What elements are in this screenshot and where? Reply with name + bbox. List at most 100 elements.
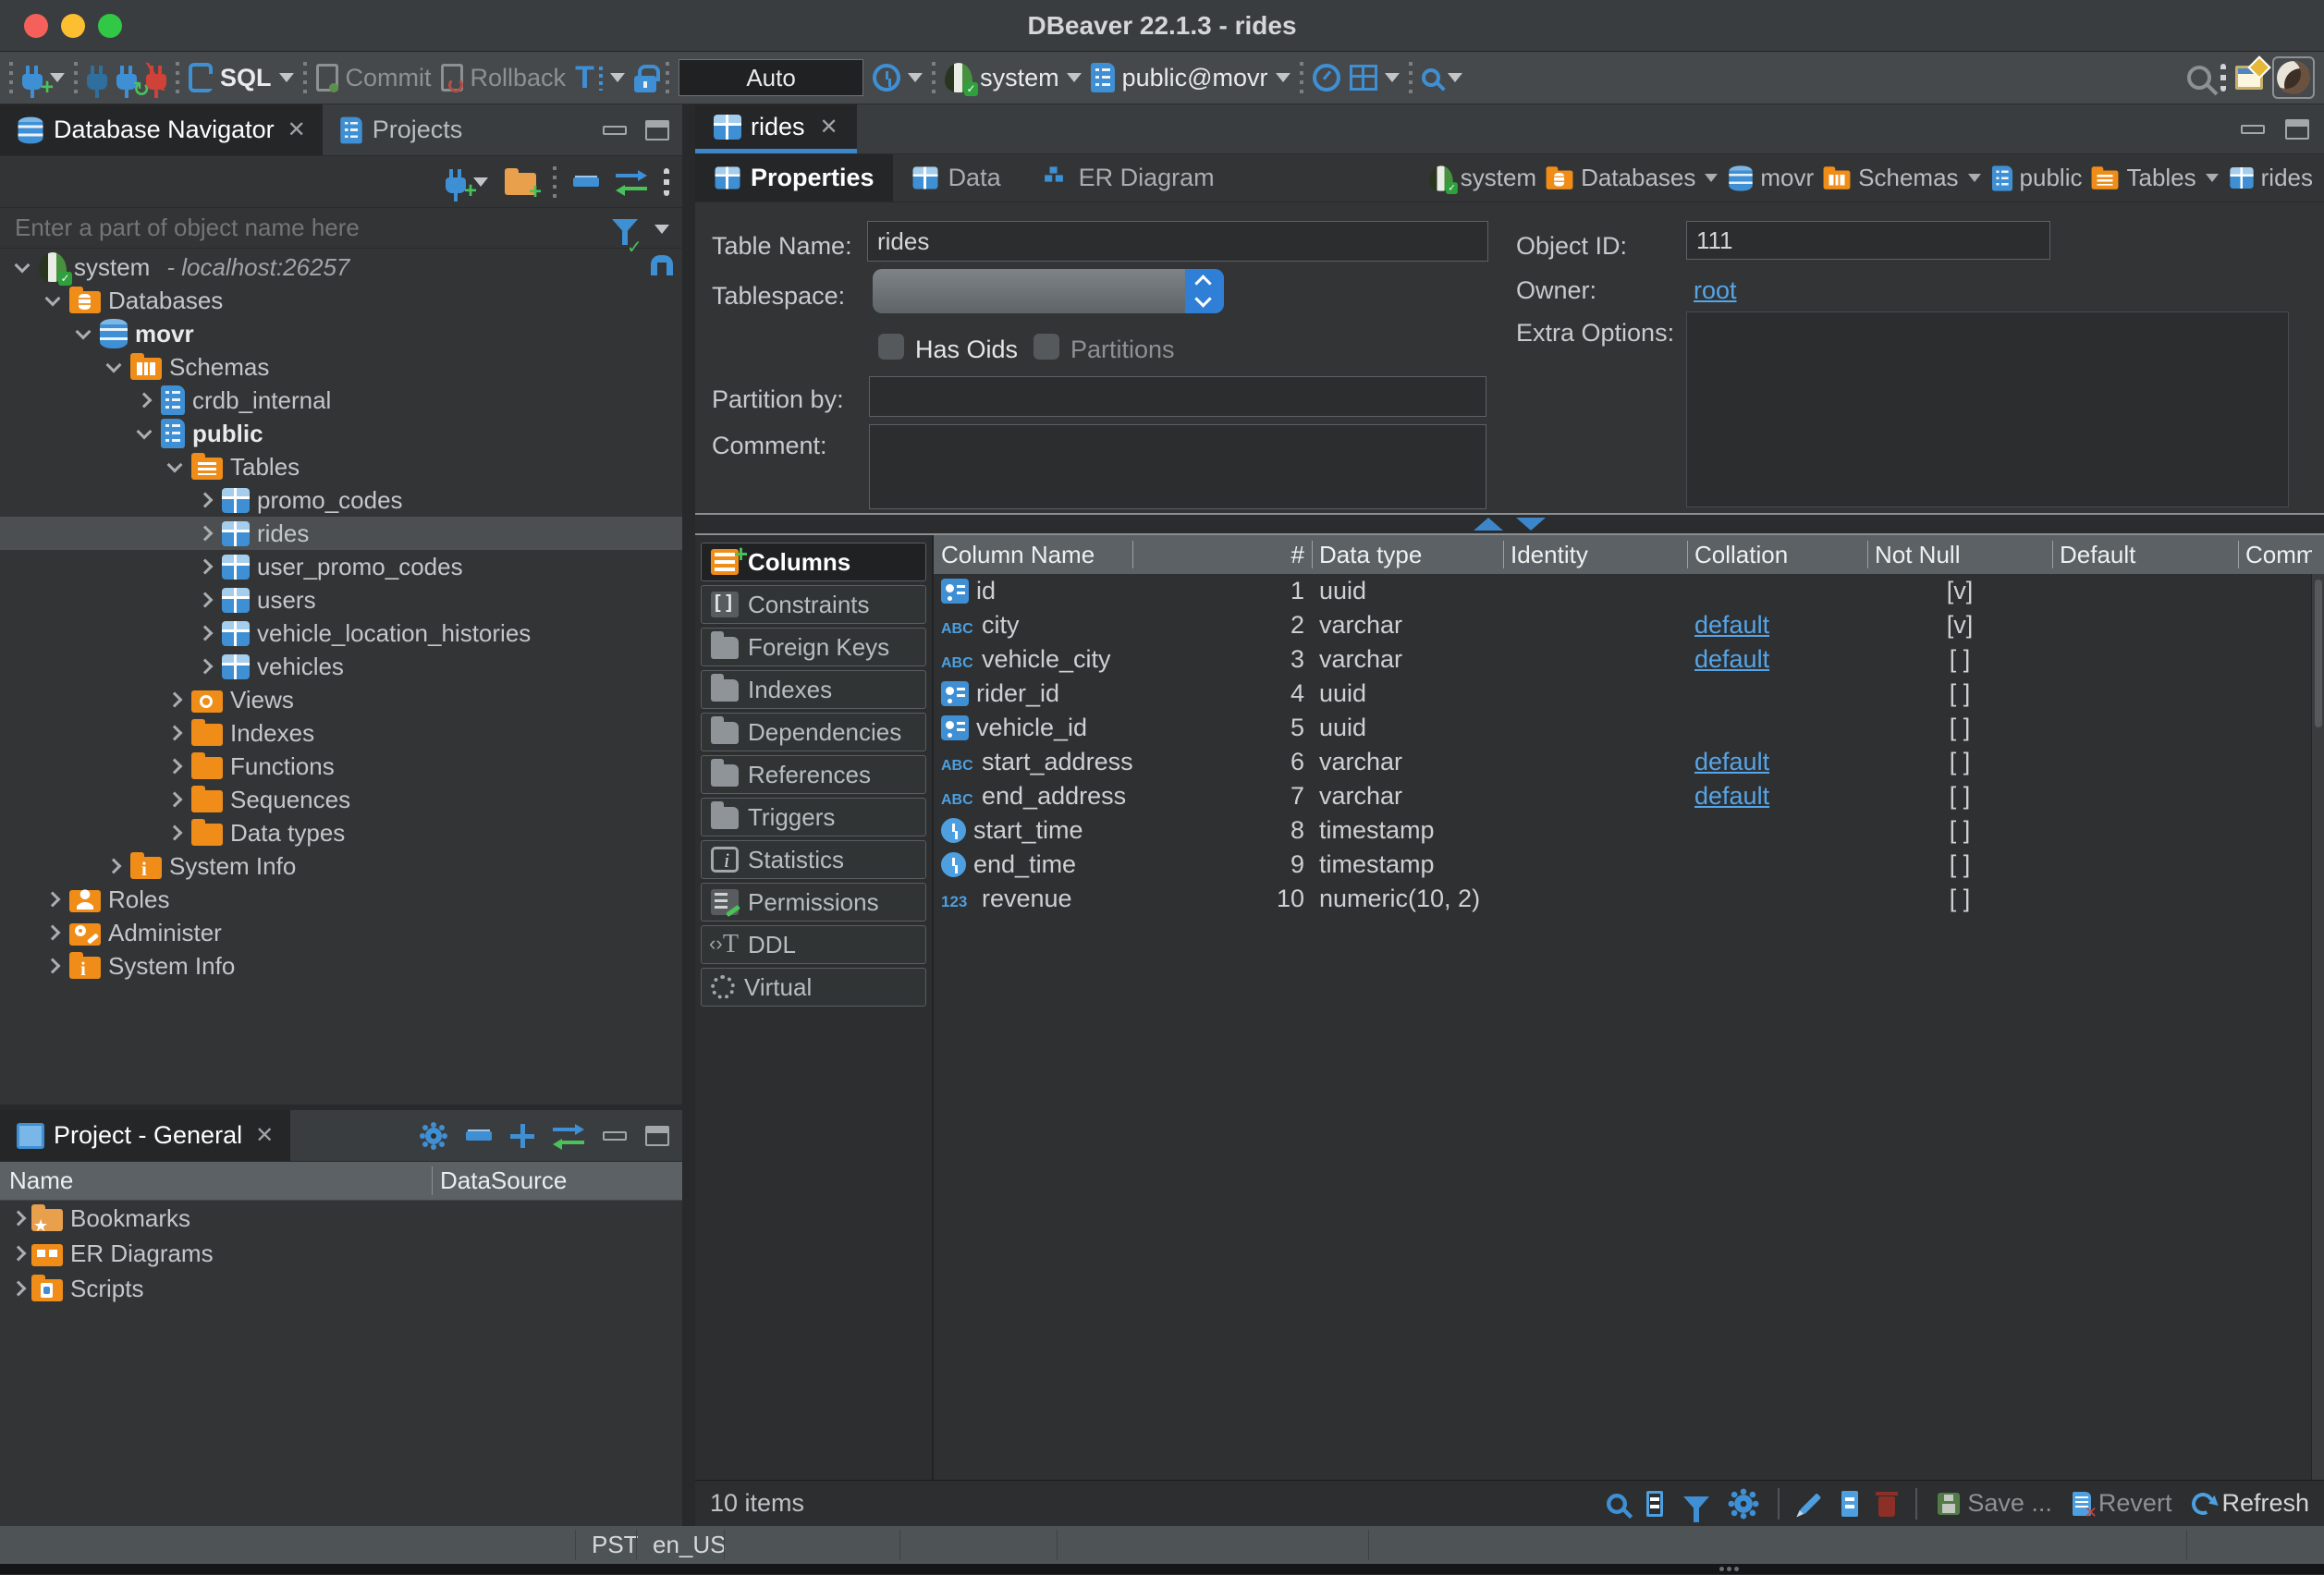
chevron-right-icon[interactable] [11, 1246, 27, 1262]
project-item-scripts[interactable]: Scripts [0, 1271, 682, 1306]
chevron-right-icon[interactable] [45, 958, 61, 974]
revert-button[interactable]: Revert [2073, 1489, 2172, 1518]
grid-header-collation[interactable]: Collation [1687, 535, 1867, 574]
expand-all-icon[interactable] [510, 1124, 534, 1148]
chevron-down-icon[interactable] [45, 291, 61, 307]
tree-item-crdb-internal[interactable]: crdb_internal [0, 384, 682, 417]
locate-object-icon[interactable] [1607, 1494, 1627, 1514]
tree-item-schemas[interactable]: Schemas [0, 350, 682, 384]
save-button[interactable]: Save ... [1938, 1489, 2052, 1518]
maximize-panel-icon[interactable] [645, 120, 669, 140]
close-tab-icon[interactable]: ✕ [820, 114, 838, 140]
chevron-right-icon[interactable] [198, 592, 214, 608]
tree-item-system-info[interactable]: iSystem Info [0, 849, 682, 883]
chevron-right-icon[interactable] [137, 393, 153, 409]
table-name-input[interactable]: rides [867, 221, 1488, 262]
refresh-button[interactable]: Refresh [2192, 1489, 2309, 1518]
expand-up-icon[interactable] [1474, 518, 1503, 531]
chevron-right-icon[interactable] [11, 1281, 27, 1297]
locale-indicator[interactable]: en_US [653, 1531, 727, 1559]
tree-item-views[interactable]: Views [0, 683, 682, 716]
maximize-editor-icon[interactable] [2285, 119, 2309, 140]
grid-header--[interactable]: # [1132, 535, 1312, 574]
commit-button[interactable]: Commit [316, 64, 432, 92]
search-metadata-button[interactable] [1422, 68, 1462, 87]
section-splitter[interactable] [695, 513, 2324, 535]
minimize-editor-icon[interactable] [2241, 125, 2265, 134]
tree-item-tables[interactable]: Tables [0, 450, 682, 483]
object-tab-permissions[interactable]: Permissions [701, 883, 926, 922]
grid-row-end_address[interactable]: end_address7varchardefault[ ] [934, 779, 2324, 813]
tree-item-rides[interactable]: rides [0, 517, 682, 550]
vertical-scrollbar[interactable] [2311, 574, 2324, 1480]
chevron-right-icon[interactable] [167, 726, 183, 741]
tree-item-functions[interactable]: Functions [0, 750, 682, 783]
bookmark-icon[interactable] [651, 255, 673, 275]
view-menu-icon[interactable] [664, 168, 669, 196]
grid-header-not-null[interactable]: Not Null [1867, 535, 2052, 574]
breadcrumb-tables[interactable]: Tables [2089, 164, 2196, 192]
tree-item-system-info[interactable]: iSystem Info [0, 949, 682, 983]
delete-icon[interactable] [1878, 1496, 1895, 1517]
grid-row-vehicle_city[interactable]: vehicle_city3varchardefault[ ] [934, 642, 2324, 677]
sql-editor-button[interactable]: SQL [189, 63, 294, 92]
tree-item-administer[interactable]: Administer [0, 916, 682, 949]
collation-link[interactable]: default [1694, 748, 1769, 776]
project-item-bookmarks[interactable]: ★Bookmarks [0, 1201, 682, 1236]
has-oids-checkbox[interactable] [878, 334, 904, 360]
tree-item-sequences[interactable]: Sequences [0, 783, 682, 816]
chevron-right-icon[interactable] [198, 526, 214, 542]
new-window-button[interactable] [2235, 66, 2263, 90]
maximize-panel-icon[interactable] [645, 1126, 669, 1146]
object-tab-dependencies[interactable]: Dependencies [701, 713, 926, 751]
chevron-right-icon[interactable] [167, 692, 183, 708]
grid-header-column-name[interactable]: Column Name [934, 535, 1132, 574]
tab-database-navigator[interactable]: Database Navigator ✕ [0, 104, 323, 155]
edit-icon[interactable] [1800, 1493, 1821, 1514]
object-tab-foreign-keys[interactable]: Foreign Keys [701, 628, 926, 666]
tree-item-vehicle-location-histories[interactable]: vehicle_location_histories [0, 617, 682, 650]
chevron-down-icon[interactable] [1705, 174, 1718, 182]
object-tab-columns[interactable]: Columns [701, 543, 926, 581]
collapse-down-icon[interactable] [1516, 518, 1546, 531]
comment-textarea[interactable] [869, 424, 1486, 509]
tab-projects[interactable]: Projects [323, 104, 480, 155]
collapse-all-icon[interactable] [573, 177, 599, 187]
chevron-right-icon[interactable] [167, 759, 183, 775]
new-connection-button[interactable]: + [22, 67, 65, 90]
grid-row-vehicle_id[interactable]: vehicle_id5uuid[ ] [934, 711, 2324, 745]
breadcrumb-system[interactable]: system [1427, 164, 1536, 193]
grid-row-id[interactable]: id1uuid[v] [934, 574, 2324, 608]
editor-tab-rides[interactable]: rides ✕ [695, 104, 857, 153]
grid-row-start_address[interactable]: start_address6varchardefault[ ] [934, 745, 2324, 779]
object-tab-references[interactable]: References [701, 755, 926, 794]
breadcrumb-rides[interactable]: rides [2228, 164, 2313, 192]
tree-item-vehicles[interactable]: vehicles [0, 650, 682, 683]
close-tab-icon[interactable]: ✕ [255, 1122, 274, 1149]
chevron-right-icon[interactable] [198, 659, 214, 675]
subtab-properties[interactable]: Properties [695, 154, 893, 201]
column-header-datasource[interactable]: DataSource [433, 1166, 567, 1195]
timezone-indicator[interactable]: PST [592, 1531, 639, 1559]
chevron-right-icon[interactable] [198, 626, 214, 641]
owner-link[interactable]: root [1694, 276, 1737, 305]
object-tab-virtual[interactable]: Virtual [701, 968, 926, 1007]
connect-button[interactable] [87, 67, 107, 90]
grid-header-default[interactable]: Default [2052, 535, 2238, 574]
tree-item-movr[interactable]: movr [0, 317, 682, 350]
chevron-right-icon[interactable] [198, 493, 214, 508]
chevron-down-icon[interactable] [167, 458, 183, 473]
grid-header-data-type[interactable]: Data type [1312, 535, 1503, 574]
chevron-right-icon[interactable] [167, 825, 183, 841]
rollback-button[interactable]: Rollback [441, 64, 567, 92]
tree-item-promo-codes[interactable]: promo_codes [0, 483, 682, 517]
collapse-all-icon[interactable] [466, 1131, 492, 1141]
grid-row-city[interactable]: city2varchardefault[v] [934, 608, 2324, 642]
chevron-down-icon[interactable] [137, 424, 153, 440]
collation-link[interactable]: default [1694, 611, 1769, 640]
global-search-button[interactable] [2187, 66, 2211, 90]
grid-row-start_time[interactable]: start_time8timestamp[ ] [934, 813, 2324, 848]
grid-row-rider_id[interactable]: rider_id4uuid[ ] [934, 677, 2324, 711]
partitions-checkbox[interactable] [1034, 334, 1059, 360]
object-tab-triggers[interactable]: Triggers [701, 798, 926, 836]
